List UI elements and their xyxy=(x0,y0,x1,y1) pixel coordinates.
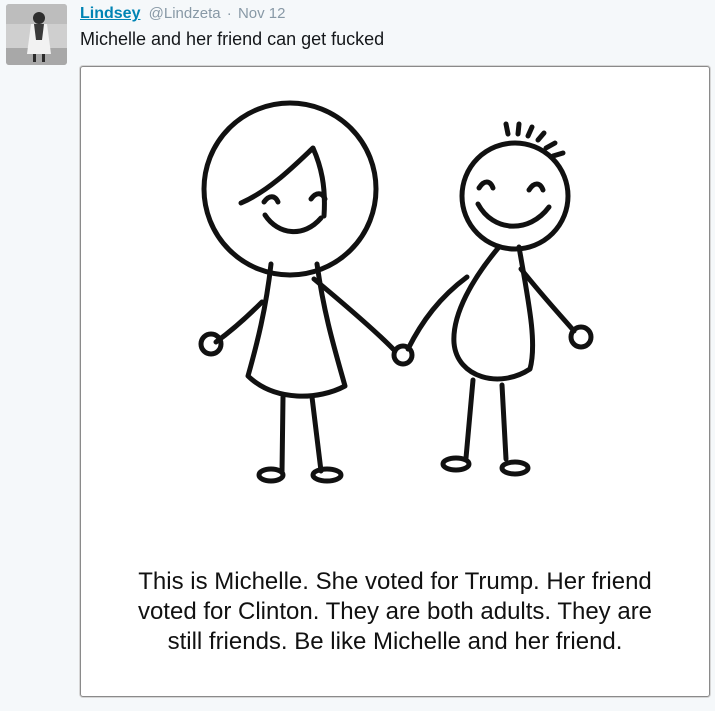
boy-head xyxy=(459,140,571,252)
girl-mouth xyxy=(262,212,324,235)
boy-right-leg xyxy=(499,382,509,462)
tweet-header: Lindsey @Lindzeta · Nov 12 xyxy=(80,4,285,24)
girl-left-hand xyxy=(198,331,224,357)
separator-dot: · xyxy=(226,5,232,22)
tweet-date[interactable]: Nov 12 xyxy=(238,5,286,22)
avatar[interactable] xyxy=(6,4,67,65)
boy-hair-strand-6 xyxy=(550,150,566,159)
tweet-text: Michelle and her friend can get fucked xyxy=(80,29,385,49)
girl-left-leg xyxy=(279,394,286,475)
user-handle[interactable]: @Lindzeta xyxy=(149,5,221,22)
girl-left-eye xyxy=(261,194,281,205)
girl-hair xyxy=(238,145,327,219)
tweet: Lindsey @Lindzeta · Nov 12 Michelle and … xyxy=(0,0,715,711)
girl-dress xyxy=(245,261,348,399)
girl-left-arm xyxy=(213,299,265,345)
caption-line-2: voted for Clinton. They are both adults.… xyxy=(137,598,653,625)
boy-hair-strand-2 xyxy=(515,121,522,137)
profile-photo-icon xyxy=(6,4,67,65)
girl-head xyxy=(201,100,379,278)
boy-right-eye xyxy=(526,181,546,193)
boy-right-hand xyxy=(568,324,594,350)
image-caption: This is Michelle. She voted for Trump. H… xyxy=(81,567,709,657)
girl-right-leg xyxy=(309,394,324,474)
boy-mouth xyxy=(475,201,552,229)
girl-right-foot xyxy=(310,466,344,484)
boy-hair-strand-3 xyxy=(525,124,535,139)
user-name[interactable]: Lindsey xyxy=(80,5,140,22)
boy-hair-strand-1 xyxy=(503,121,511,137)
boy-right-foot xyxy=(499,459,531,477)
girl-left-foot xyxy=(256,466,286,484)
media-card[interactable]: This is Michelle. She voted for Trump. H… xyxy=(80,66,710,697)
boy-left-eye xyxy=(476,179,496,191)
caption-line-3: still friends. Be like Michelle and her … xyxy=(167,628,623,655)
boy-hair-strand-4 xyxy=(535,130,547,143)
boy-hair-strand-5 xyxy=(543,140,558,151)
boy-left-foot xyxy=(440,455,472,473)
caption-line-1: This is Michelle. She voted for Trump. H… xyxy=(138,568,652,595)
boy-left-leg xyxy=(463,377,476,461)
girl-right-eye xyxy=(308,191,328,202)
